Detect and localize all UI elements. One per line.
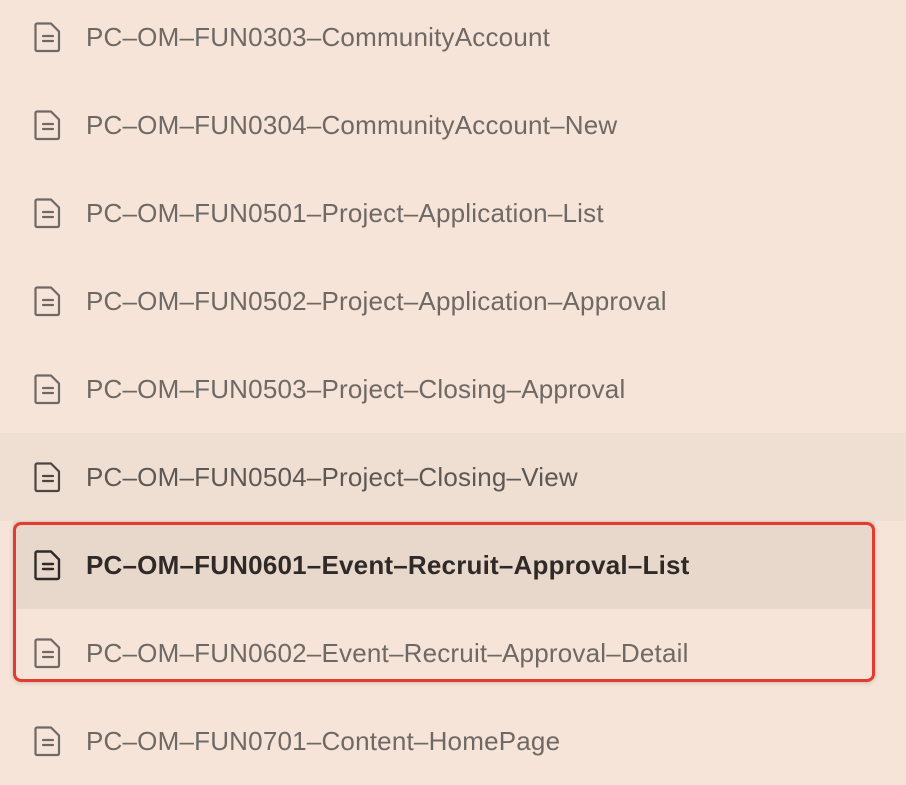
page-item-fun0304[interactable]: PC–OM–FUN0304–CommunityAccount–New (0, 81, 906, 169)
page-item-fun0501[interactable]: PC–OM–FUN0501–Project–Application–List (0, 169, 906, 257)
page-item-label: PC–OM–FUN0303–CommunityAccount (86, 21, 551, 52)
page-item-label: PC–OM–FUN0601–Event–Recruit–Approval–Lis… (86, 549, 690, 580)
page-list: PC–OM–FUN0303–CommunityAccount PC–OM–FUN… (0, 0, 906, 782)
page-item-label: PC–OM–FUN0701–Content–HomePage (86, 725, 561, 756)
page-item-label: PC–OM–FUN0304–CommunityAccount–New (86, 109, 618, 140)
page-item-fun0502[interactable]: PC–OM–FUN0502–Project–Application–Approv… (0, 257, 906, 345)
page-item-fun0601[interactable]: PC–OM–FUN0601–Event–Recruit–Approval–Lis… (13, 521, 875, 609)
document-icon (33, 461, 63, 493)
document-icon (33, 109, 63, 141)
page-item-label: PC–OM–FUN0602–Event–Recruit–Approval–Det… (86, 637, 689, 668)
document-icon (33, 373, 63, 405)
document-icon (33, 637, 63, 669)
page-item-fun0504[interactable]: PC–OM–FUN0504–Project–Closing–View (0, 433, 906, 521)
document-icon (33, 197, 63, 229)
document-icon (33, 21, 63, 53)
page-item-label: PC–OM–FUN0502–Project–Application–Approv… (86, 285, 667, 316)
page-item-fun0503[interactable]: PC–OM–FUN0503–Project–Closing–Approval (0, 345, 906, 433)
page-item-label: PC–OM–FUN0504–Project–Closing–View (86, 461, 578, 492)
page-item-fun0303[interactable]: PC–OM–FUN0303–CommunityAccount (0, 0, 906, 81)
page-item-label: PC–OM–FUN0503–Project–Closing–Approval (86, 373, 626, 404)
page-item-label: PC–OM–FUN0501–Project–Application–List (86, 197, 604, 228)
page-item-fun0701[interactable]: PC–OM–FUN0701–Content–HomePage (0, 697, 906, 785)
document-icon (33, 285, 63, 317)
page-item-fun0602[interactable]: PC–OM–FUN0602–Event–Recruit–Approval–Det… (0, 609, 906, 697)
document-icon (33, 549, 63, 581)
document-icon (33, 725, 63, 757)
